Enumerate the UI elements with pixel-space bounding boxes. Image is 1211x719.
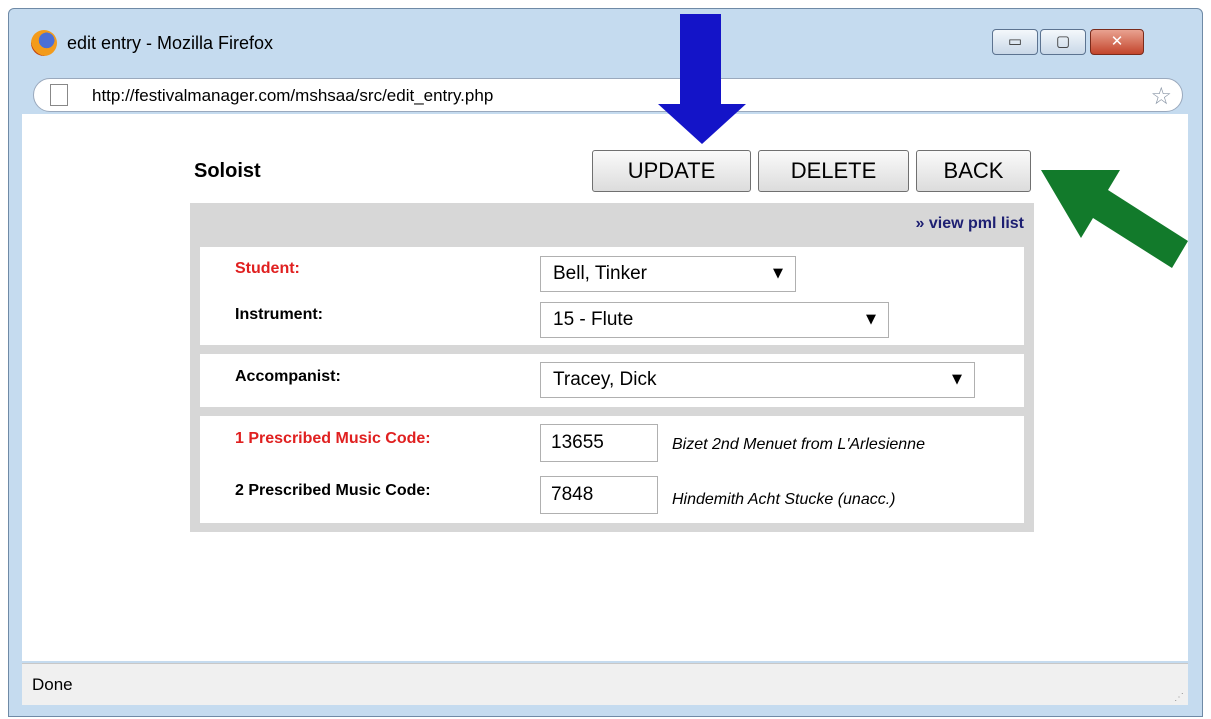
student-section: Student: Bell, Tinker ▼ Instrument: 15 -… xyxy=(200,247,1024,345)
firefox-icon xyxy=(31,30,57,56)
music-title-2: Hindemith Acht Stucke (unacc.) xyxy=(672,491,896,508)
dropdown-arrow-icon: ▼ xyxy=(866,312,876,327)
instrument-select[interactable]: 15 - Flute ▼ xyxy=(540,302,889,338)
status-bar: Done ⋰ xyxy=(22,663,1188,705)
back-button[interactable]: BACK xyxy=(916,150,1031,192)
green-arrow-icon xyxy=(1041,170,1188,268)
page-icon xyxy=(50,84,68,106)
bookmark-star-icon[interactable]: ☆ xyxy=(1150,82,1172,110)
delete-button[interactable]: DELETE xyxy=(758,150,909,192)
dropdown-arrow-icon: ▼ xyxy=(773,266,783,281)
maximize-icon: ▢ xyxy=(1055,32,1071,50)
close-button[interactable]: ✕ xyxy=(1090,29,1144,55)
page-title: Soloist xyxy=(194,160,261,182)
address-bar[interactable]: http://festivalmanager.com/mshsaa/src/ed… xyxy=(33,78,1183,112)
maximize-button[interactable]: ▢ xyxy=(1040,29,1086,55)
title-bar: edit entry - Mozilla Firefox ▭ ▢ ✕ xyxy=(9,9,1202,69)
entry-panel: » view pml list Student: Bell, Tinker ▼ … xyxy=(190,203,1034,532)
url-text[interactable]: http://festivalmanager.com/mshsaa/src/ed… xyxy=(92,86,493,106)
status-text: Done xyxy=(32,675,73,694)
instrument-label: Instrument: xyxy=(235,306,323,323)
student-value: Bell, Tinker xyxy=(553,263,647,284)
window-title: edit entry - Mozilla Firefox xyxy=(67,33,274,53)
student-select[interactable]: Bell, Tinker ▼ xyxy=(540,256,796,292)
instrument-value: 15 - Flute xyxy=(553,309,634,330)
minimize-button[interactable]: ▭ xyxy=(992,29,1038,55)
dropdown-arrow-icon: ▼ xyxy=(952,372,962,387)
minimize-icon: ▭ xyxy=(1007,32,1023,50)
music-code-1-input[interactable]: 13655 xyxy=(540,424,658,462)
music-code-2-input[interactable]: 7848 xyxy=(540,476,658,514)
blue-arrowhead-icon xyxy=(658,104,746,144)
blue-arrow-icon xyxy=(680,14,721,106)
view-pml-list-link[interactable]: » view pml list xyxy=(916,215,1024,233)
music-code-2-label: 2 Prescribed Music Code: xyxy=(235,482,431,499)
accompanist-label: Accompanist: xyxy=(235,368,341,385)
resize-grip-icon[interactable]: ⋰ xyxy=(1174,692,1184,703)
music-code-1-label: 1 Prescribed Music Code: xyxy=(235,430,431,447)
accompanist-select[interactable]: Tracey, Dick ▼ xyxy=(540,362,975,398)
music-section: 1 Prescribed Music Code: 13655 Bizet 2nd… xyxy=(200,416,1024,523)
student-label: Student: xyxy=(235,260,300,277)
accompanist-value: Tracey, Dick xyxy=(553,369,657,390)
close-icon: ✕ xyxy=(1110,32,1124,50)
music-title-1: Bizet 2nd Menuet from L'Arlesienne xyxy=(672,436,925,453)
accompanist-section: Accompanist: Tracey, Dick ▼ xyxy=(200,354,1024,407)
update-button[interactable]: UPDATE xyxy=(592,150,751,192)
